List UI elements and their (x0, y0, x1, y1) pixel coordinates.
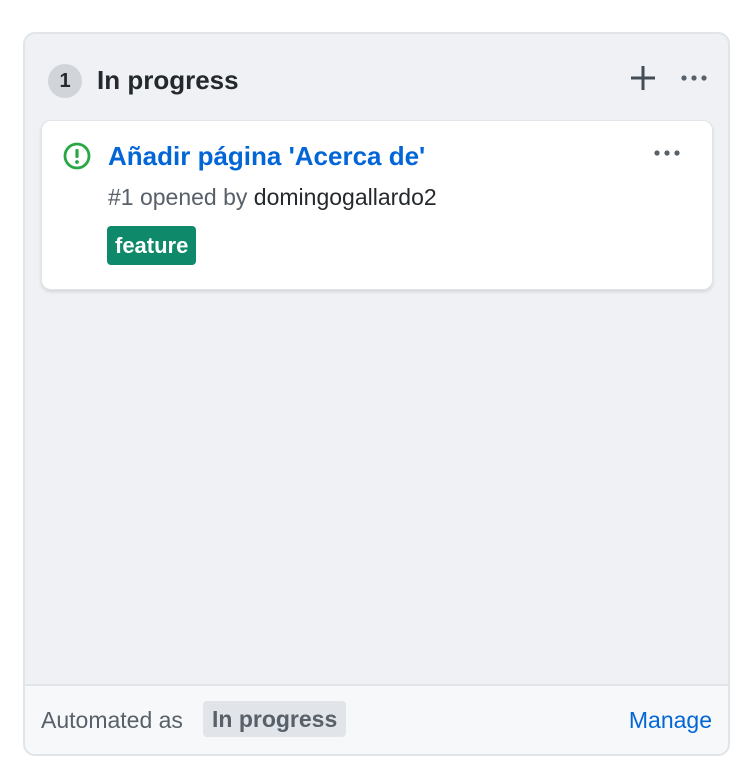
column-header: 1 In progress (25, 34, 728, 118)
issue-meta: #1 opened by domingogallardo2 (108, 181, 437, 213)
card-menu-icon[interactable] (652, 143, 682, 163)
plus-icon[interactable] (628, 63, 658, 93)
label-feature[interactable]: feature (107, 226, 197, 265)
issue-title-link[interactable]: Añadir página 'Acerca de' (108, 139, 425, 173)
card-count-badge: 1 (48, 64, 82, 98)
issue-opened-icon (62, 141, 92, 171)
manage-link[interactable]: Manage (629, 704, 712, 736)
issue-meta-prefix: #1 opened by (108, 184, 254, 210)
column-title: In progress (97, 65, 239, 95)
column-menu-icon[interactable] (679, 68, 709, 88)
automation-status-badge: In progress (203, 701, 347, 737)
automation-label: Automated as (41, 707, 183, 733)
project-column: 1 In progress Añadir página 'Acerca de' (23, 32, 730, 756)
column-footer: Automated as In progress Manage (25, 684, 728, 754)
issue-card[interactable]: Añadir página 'Acerca de' #1 opened by d… (41, 120, 713, 290)
author-link[interactable]: domingogallardo2 (254, 184, 437, 210)
